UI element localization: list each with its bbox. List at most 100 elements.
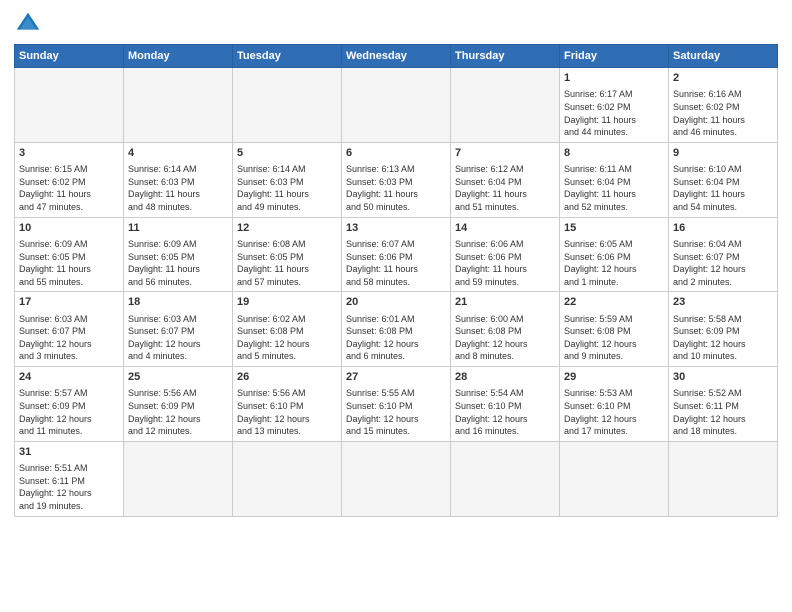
day-info: Sunrise: 6:09 AM Sunset: 6:05 PM Dayligh…	[19, 239, 91, 287]
calendar-cell: 23 Sunrise: 5:58 AM Sunset: 6:09 PM Dayli…	[669, 292, 778, 367]
day-number: 24	[19, 370, 119, 385]
day-number: 1	[564, 71, 664, 86]
day-number: 13	[346, 221, 446, 236]
day-number: 15	[564, 221, 664, 236]
day-number: 18	[128, 295, 228, 310]
day-number: 3	[19, 146, 119, 161]
calendar-cell	[451, 441, 560, 516]
day-number: 7	[455, 146, 555, 161]
calendar-cell: 16Sunrise: 6:04 AM Sunset: 6:07 PM Dayli…	[669, 217, 778, 292]
page: SundayMondayTuesdayWednesdayThursdayFrid…	[0, 0, 792, 612]
day-number: 19	[237, 295, 337, 310]
day-number: 30	[673, 370, 773, 385]
calendar-cell	[233, 68, 342, 143]
day-number: 6	[346, 146, 446, 161]
day-info: Sunrise: 5:56 AM Sunset: 6:10 PM Dayligh…	[237, 388, 310, 436]
calendar-cell: 26Sunrise: 5:56 AM Sunset: 6:10 PM Dayli…	[233, 367, 342, 442]
calendar-cell	[451, 68, 560, 143]
day-number: 10	[19, 221, 119, 236]
calendar-cell	[669, 441, 778, 516]
logo	[14, 10, 46, 38]
day-number: 9	[673, 146, 773, 161]
calendar-week-row: 3 Sunrise: 6:15 AM Sunset: 6:02 PM Daylig…	[15, 142, 778, 217]
calendar-cell: 31Sunrise: 5:51 AM Sunset: 6:11 PM Dayli…	[15, 441, 124, 516]
logo-icon	[14, 10, 42, 38]
day-number: 22	[564, 295, 664, 310]
day-number: 21	[455, 295, 555, 310]
day-info: Sunrise: 6:07 AM Sunset: 6:06 PM Dayligh…	[346, 239, 418, 287]
calendar-cell: 12Sunrise: 6:08 AM Sunset: 6:05 PM Dayli…	[233, 217, 342, 292]
calendar-cell: 21 Sunrise: 6:00 AM Sunset: 6:08 PM Dayli…	[451, 292, 560, 367]
calendar-cell: 19 Sunrise: 6:02 AM Sunset: 6:08 PM Dayli…	[233, 292, 342, 367]
day-info: Sunrise: 6:11 AM Sunset: 6:04 PM Dayligh…	[564, 164, 636, 212]
calendar-cell: 8 Sunrise: 6:11 AM Sunset: 6:04 PM Daylig…	[560, 142, 669, 217]
day-number: 12	[237, 221, 337, 236]
day-info: Sunrise: 6:15 AM Sunset: 6:02 PM Dayligh…	[19, 164, 91, 212]
day-number: 5	[237, 146, 337, 161]
day-info: Sunrise: 6:00 AM Sunset: 6:08 PM Dayligh…	[455, 314, 528, 362]
calendar-week-row: 24 Sunrise: 5:57 AM Sunset: 6:09 PM Dayli…	[15, 367, 778, 442]
day-info: Sunrise: 6:02 AM Sunset: 6:08 PM Dayligh…	[237, 314, 310, 362]
calendar-cell: 3 Sunrise: 6:15 AM Sunset: 6:02 PM Daylig…	[15, 142, 124, 217]
day-info: Sunrise: 5:58 AM Sunset: 6:09 PM Dayligh…	[673, 314, 746, 362]
header-day-thursday: Thursday	[451, 45, 560, 68]
calendar-week-row: 17Sunrise: 6:03 AM Sunset: 6:07 PM Dayli…	[15, 292, 778, 367]
calendar-cell	[233, 441, 342, 516]
header-day-sunday: Sunday	[15, 45, 124, 68]
day-info: Sunrise: 5:51 AM Sunset: 6:11 PM Dayligh…	[19, 463, 92, 511]
header-day-wednesday: Wednesday	[342, 45, 451, 68]
day-info: Sunrise: 5:54 AM Sunset: 6:10 PM Dayligh…	[455, 388, 528, 436]
calendar-cell: 9 Sunrise: 6:10 AM Sunset: 6:04 PM Daylig…	[669, 142, 778, 217]
calendar-cell: 29 Sunrise: 5:53 AM Sunset: 6:10 PM Dayli…	[560, 367, 669, 442]
day-number: 4	[128, 146, 228, 161]
calendar-cell: 15 Sunrise: 6:05 AM Sunset: 6:06 PM Dayli…	[560, 217, 669, 292]
calendar-cell: 1Sunrise: 6:17 AM Sunset: 6:02 PM Daylig…	[560, 68, 669, 143]
calendar-cell: 28 Sunrise: 5:54 AM Sunset: 6:10 PM Dayli…	[451, 367, 560, 442]
header-day-friday: Friday	[560, 45, 669, 68]
calendar-cell: 14 Sunrise: 6:06 AM Sunset: 6:06 PM Dayli…	[451, 217, 560, 292]
day-info: Sunrise: 6:05 AM Sunset: 6:06 PM Dayligh…	[564, 239, 637, 287]
calendar-cell: 13 Sunrise: 6:07 AM Sunset: 6:06 PM Dayli…	[342, 217, 451, 292]
calendar-cell	[560, 441, 669, 516]
day-info: Sunrise: 6:06 AM Sunset: 6:06 PM Dayligh…	[455, 239, 527, 287]
calendar-table: SundayMondayTuesdayWednesdayThursdayFrid…	[14, 44, 778, 517]
day-info: Sunrise: 6:16 AM Sunset: 6:02 PM Dayligh…	[673, 89, 745, 137]
calendar-cell: 10 Sunrise: 6:09 AM Sunset: 6:05 PM Dayli…	[15, 217, 124, 292]
day-info: Sunrise: 6:10 AM Sunset: 6:04 PM Dayligh…	[673, 164, 745, 212]
day-info: Sunrise: 5:59 AM Sunset: 6:08 PM Dayligh…	[564, 314, 637, 362]
calendar-cell: 7Sunrise: 6:12 AM Sunset: 6:04 PM Daylig…	[451, 142, 560, 217]
day-info: Sunrise: 5:53 AM Sunset: 6:10 PM Dayligh…	[564, 388, 637, 436]
calendar-cell: 18Sunrise: 6:03 AM Sunset: 6:07 PM Dayli…	[124, 292, 233, 367]
day-info: Sunrise: 5:57 AM Sunset: 6:09 PM Dayligh…	[19, 388, 92, 436]
day-info: Sunrise: 6:04 AM Sunset: 6:07 PM Dayligh…	[673, 239, 746, 287]
calendar-cell: 6 Sunrise: 6:13 AM Sunset: 6:03 PM Daylig…	[342, 142, 451, 217]
day-number: 28	[455, 370, 555, 385]
day-info: Sunrise: 5:52 AM Sunset: 6:11 PM Dayligh…	[673, 388, 746, 436]
day-number: 29	[564, 370, 664, 385]
calendar-cell: 27Sunrise: 5:55 AM Sunset: 6:10 PM Dayli…	[342, 367, 451, 442]
day-number: 14	[455, 221, 555, 236]
calendar-cell	[342, 68, 451, 143]
day-info: Sunrise: 6:13 AM Sunset: 6:03 PM Dayligh…	[346, 164, 418, 212]
calendar-cell: 20Sunrise: 6:01 AM Sunset: 6:08 PM Dayli…	[342, 292, 451, 367]
calendar-cell: 5 Sunrise: 6:14 AM Sunset: 6:03 PM Daylig…	[233, 142, 342, 217]
day-info: Sunrise: 6:14 AM Sunset: 6:03 PM Dayligh…	[237, 164, 309, 212]
day-info: Sunrise: 6:09 AM Sunset: 6:05 PM Dayligh…	[128, 239, 200, 287]
day-number: 2	[673, 71, 773, 86]
calendar-header-row: SundayMondayTuesdayWednesdayThursdayFrid…	[15, 45, 778, 68]
day-number: 23	[673, 295, 773, 310]
calendar-week-row: 1Sunrise: 6:17 AM Sunset: 6:02 PM Daylig…	[15, 68, 778, 143]
header-day-saturday: Saturday	[669, 45, 778, 68]
calendar-week-row: 31Sunrise: 5:51 AM Sunset: 6:11 PM Dayli…	[15, 441, 778, 516]
calendar-cell: 25Sunrise: 5:56 AM Sunset: 6:09 PM Dayli…	[124, 367, 233, 442]
calendar-cell	[342, 441, 451, 516]
header	[14, 10, 778, 38]
day-info: Sunrise: 6:03 AM Sunset: 6:07 PM Dayligh…	[19, 314, 92, 362]
day-number: 8	[564, 146, 664, 161]
calendar-cell: 11 Sunrise: 6:09 AM Sunset: 6:05 PM Dayli…	[124, 217, 233, 292]
calendar-cell	[15, 68, 124, 143]
day-number: 27	[346, 370, 446, 385]
day-number: 11	[128, 221, 228, 236]
calendar-cell	[124, 68, 233, 143]
day-number: 25	[128, 370, 228, 385]
